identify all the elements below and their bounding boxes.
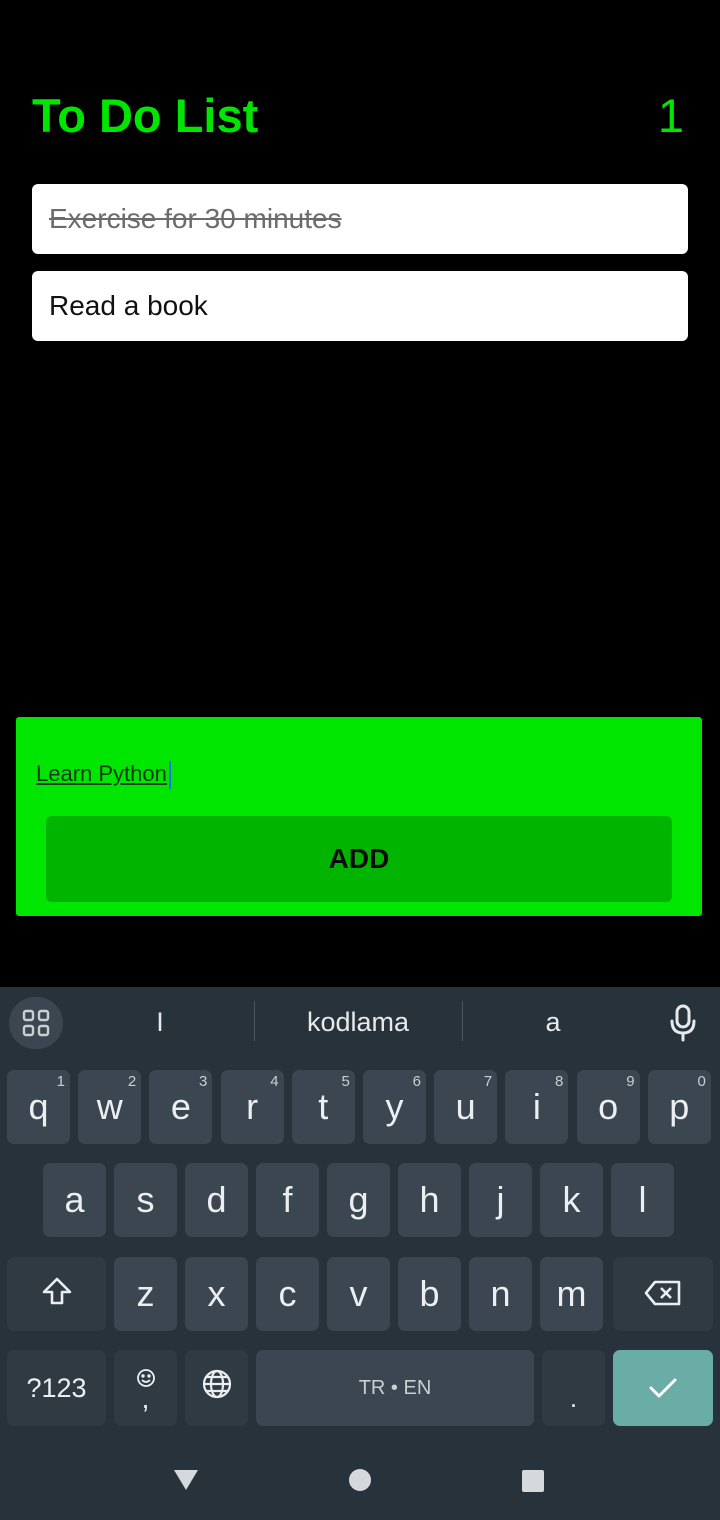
space-key[interactable]: TR • EN [256, 1350, 534, 1426]
key-m[interactable]: m [540, 1257, 603, 1331]
key-t[interactable]: t5 [291, 1070, 355, 1144]
shift-key[interactable] [7, 1257, 106, 1331]
key-p[interactable]: p0 [647, 1070, 711, 1144]
key-label: b [419, 1273, 440, 1314]
apps-grid-icon[interactable] [9, 997, 63, 1049]
key-label: w [96, 1086, 123, 1127]
todo-item-text: Read a book [49, 290, 208, 321]
key-b[interactable]: b [398, 1257, 461, 1331]
language-key[interactable] [185, 1350, 248, 1426]
page-title: To Do List [32, 89, 259, 142]
key-label: m [556, 1273, 587, 1314]
suggestion-bar: I kodlama a [0, 987, 720, 1057]
key-label: d [206, 1179, 227, 1220]
key-o[interactable]: o9 [576, 1070, 640, 1144]
symbols-key[interactable]: ?123 [7, 1350, 106, 1426]
key-j[interactable]: j [469, 1163, 532, 1237]
backspace-key[interactable] [613, 1257, 713, 1331]
key-a[interactable]: a [43, 1163, 106, 1237]
key-label: p [669, 1086, 690, 1127]
navigation-bar [0, 1440, 720, 1520]
key-label: o [598, 1086, 619, 1127]
home-circle-icon[interactable] [348, 1468, 372, 1497]
key-hint: 6 [412, 1073, 421, 1090]
key-i[interactable]: i8 [505, 1070, 569, 1144]
globe-icon [201, 1367, 233, 1409]
remaining-count: 1 [657, 89, 684, 142]
key-label: y [385, 1086, 404, 1127]
key-label: r [246, 1086, 259, 1127]
todo-item-done[interactable]: Exercise for 30 minutes [32, 184, 688, 254]
add-button[interactable]: ADD [46, 816, 672, 902]
add-task-panel: Learn Python ADD [16, 717, 702, 916]
key-label: t [318, 1086, 329, 1127]
key-k[interactable]: k [540, 1163, 603, 1237]
key-r[interactable]: r4 [220, 1070, 284, 1144]
key-label: x [207, 1273, 226, 1314]
key-label: e [170, 1086, 191, 1127]
key-c[interactable]: c [256, 1257, 319, 1331]
key-label: z [136, 1273, 155, 1314]
key-g[interactable]: g [327, 1163, 390, 1237]
key-x[interactable]: x [185, 1257, 248, 1331]
key-z[interactable]: z [114, 1257, 177, 1331]
key-label: j [496, 1179, 505, 1220]
suggestion-divider [462, 1001, 463, 1041]
key-y[interactable]: y6 [363, 1070, 426, 1144]
key-q[interactable]: q1 [7, 1070, 70, 1144]
key-s[interactable]: s [114, 1163, 177, 1237]
recents-square-icon[interactable] [521, 1469, 545, 1498]
key-h[interactable]: h [398, 1163, 461, 1237]
back-triangle-icon[interactable] [172, 1468, 200, 1497]
text-cursor [168, 761, 171, 790]
key-hint: 2 [127, 1073, 137, 1090]
key-label: k [562, 1179, 581, 1220]
key-v[interactable]: v [327, 1257, 390, 1331]
key-label: n [490, 1273, 511, 1314]
enter-key[interactable] [613, 1350, 713, 1426]
suggestion-3[interactable]: a [468, 999, 638, 1045]
microphone-icon[interactable] [664, 1003, 702, 1043]
key-hint: 5 [341, 1073, 350, 1090]
backspace-icon [644, 1273, 682, 1315]
key-u[interactable]: u7 [434, 1070, 498, 1144]
shift-icon [41, 1273, 73, 1315]
todo-item-text: Exercise for 30 minutes [49, 203, 342, 234]
key-n[interactable]: n [469, 1257, 532, 1331]
key-hint: 3 [199, 1073, 208, 1090]
comma-label: , [141, 1383, 150, 1414]
key-label: h [419, 1179, 440, 1220]
key-hint: 8 [555, 1073, 564, 1090]
task-input[interactable]: Learn Python [36, 757, 536, 791]
key-w[interactable]: w2 [78, 1070, 142, 1144]
key-l[interactable]: l [611, 1163, 674, 1237]
key-hint: 4 [270, 1073, 279, 1090]
key-label: l [638, 1179, 647, 1220]
key-label: q [28, 1086, 49, 1127]
key-label: i [532, 1086, 541, 1127]
suggestion-1[interactable]: I [70, 999, 250, 1045]
task-input-value: Learn Python [36, 761, 167, 786]
key-e[interactable]: e3 [149, 1070, 213, 1144]
key-hint: 1 [56, 1073, 65, 1090]
key-label: v [349, 1273, 368, 1314]
suggestion-2[interactable]: kodlama [258, 999, 458, 1045]
key-hint: 0 [697, 1073, 706, 1090]
key-f[interactable]: f [256, 1163, 319, 1237]
emoji-comma-key[interactable]: , [114, 1350, 177, 1426]
key-label: u [455, 1086, 476, 1127]
key-hint: 9 [626, 1073, 635, 1090]
todo-item[interactable]: Read a book [32, 271, 688, 341]
key-d[interactable]: d [185, 1163, 248, 1237]
suggestion-divider [254, 1001, 255, 1041]
period-key[interactable]: . [542, 1350, 605, 1426]
key-label: a [64, 1179, 85, 1220]
key-label: g [348, 1179, 369, 1220]
key-label: f [282, 1179, 293, 1220]
checkmark-icon [648, 1367, 678, 1409]
key-hint: 7 [483, 1073, 493, 1090]
key-label: s [136, 1179, 155, 1220]
key-label: c [278, 1273, 297, 1314]
